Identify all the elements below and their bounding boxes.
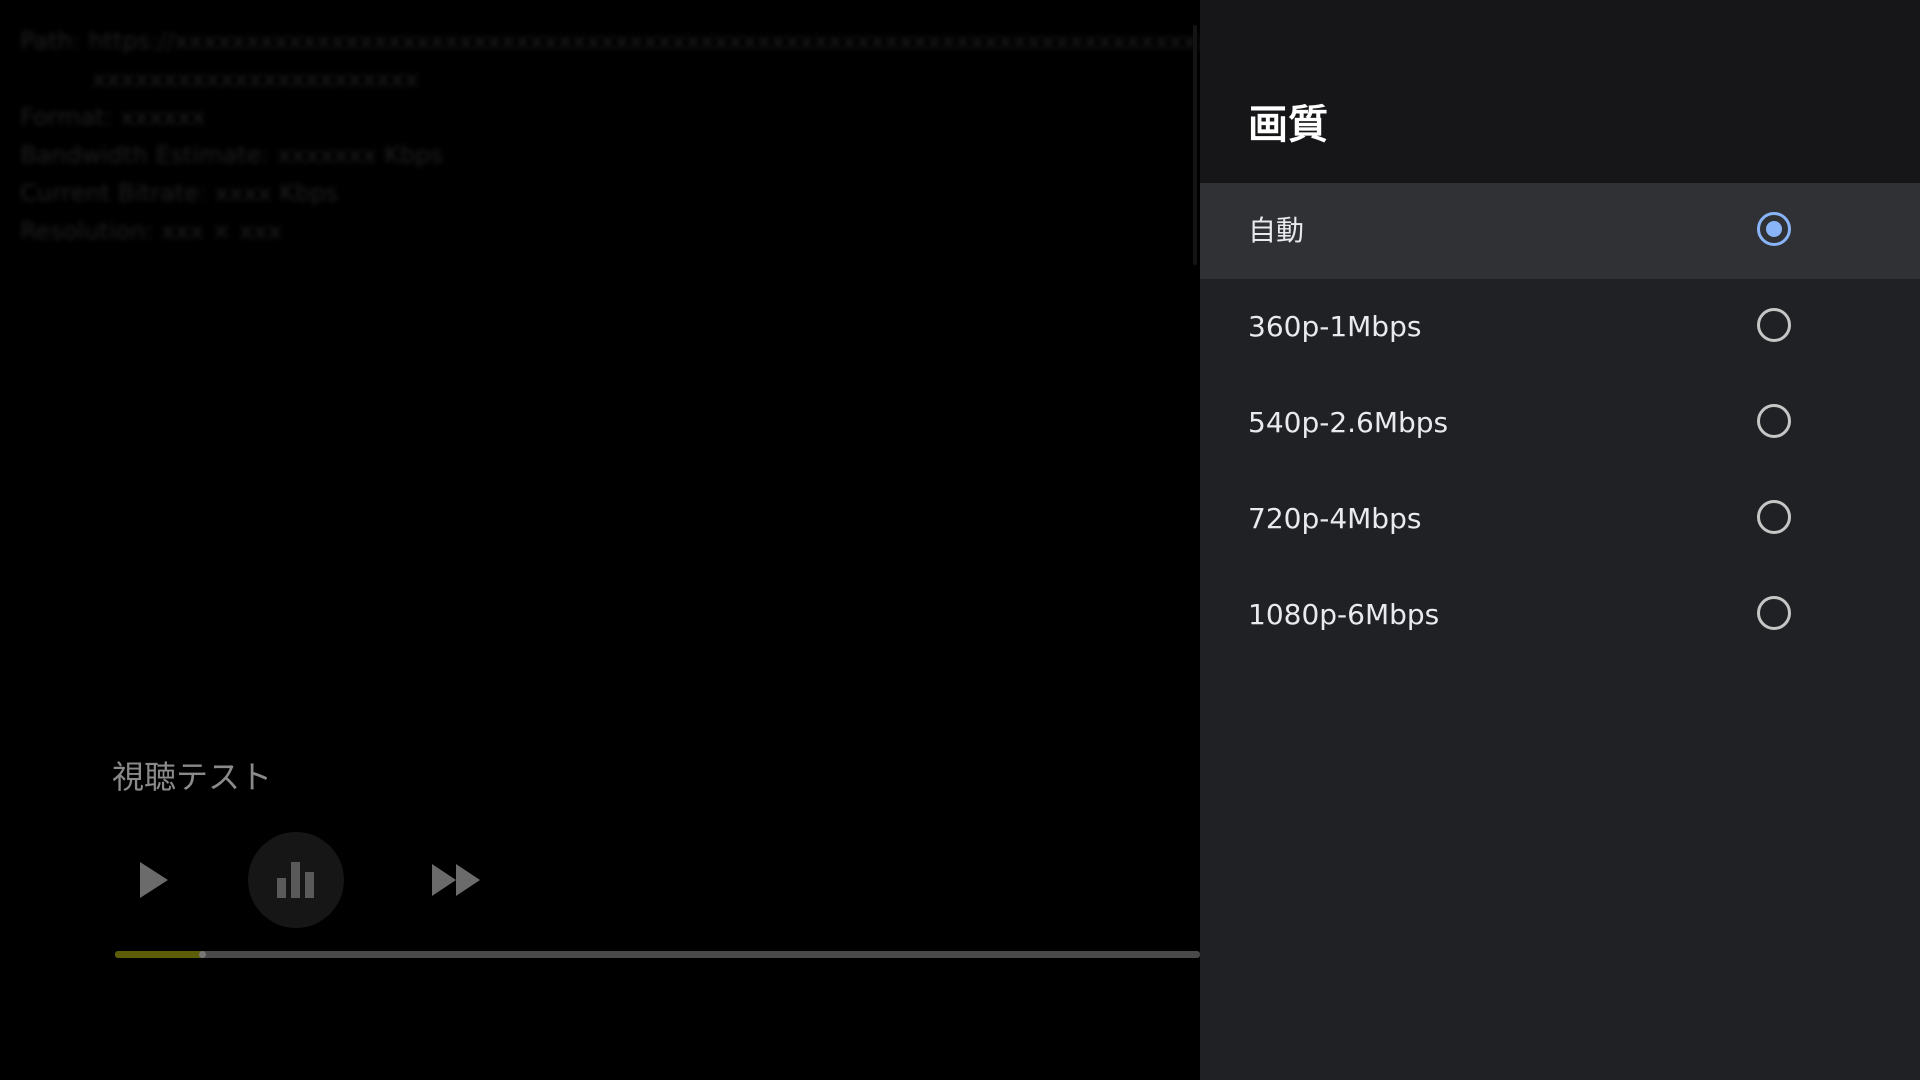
panel-title: 画質 xyxy=(1248,102,1328,148)
option-label: 540p-2.6Mbps xyxy=(1248,406,1449,439)
fast-forward-icon xyxy=(432,864,480,896)
option-label: 720p-4Mbps xyxy=(1248,502,1422,535)
debug-info-overlay: Path: https://xxxxxxxxxxxxxxxxxxxxxxxxxx… xyxy=(20,22,1200,250)
debug-line: Format: xxxxxx xyxy=(20,103,206,131)
debug-line: xxxxxxxxxxxxxxxxxxxxxxx xyxy=(92,65,419,93)
debug-scrollbar xyxy=(1193,25,1197,265)
option-label: 360p-1Mbps xyxy=(1248,310,1422,343)
radio-button[interactable] xyxy=(1757,212,1791,246)
fast-forward-button[interactable] xyxy=(408,832,504,928)
playback-controls xyxy=(112,832,532,928)
debug-line: Current Bitrate: xxxx Kbps xyxy=(20,179,338,207)
quality-option-1080p[interactable]: 1080p-6Mbps xyxy=(1200,567,1920,663)
progress-fill xyxy=(115,951,202,958)
play-button[interactable] xyxy=(104,832,200,928)
stats-button[interactable] xyxy=(248,832,344,928)
radio-button[interactable] xyxy=(1757,308,1791,342)
option-label: 自動 xyxy=(1248,214,1305,247)
quality-option-720p[interactable]: 720p-4Mbps xyxy=(1200,471,1920,567)
video-player: Path: https://xxxxxxxxxxxxxxxxxxxxxxxxxx… xyxy=(0,0,1200,1080)
quality-option-auto[interactable]: 自動 xyxy=(1200,183,1920,279)
bar-chart-icon xyxy=(277,862,314,898)
quality-settings-panel: 画質 自動 360p-1Mbps 540p-2.6Mbps 720p-4Mbps… xyxy=(1200,0,1920,1080)
panel-header: 画質 xyxy=(1200,0,1920,183)
progress-handle[interactable] xyxy=(198,951,206,958)
radio-button[interactable] xyxy=(1757,404,1791,438)
debug-line: Path: https://xxxxxxxxxxxxxxxxxxxxxxxxxx… xyxy=(20,27,1200,55)
debug-line: Resolution: xxx × xxx xyxy=(20,217,282,245)
debug-line: Bandwidth Estimate: xxxxxxx Kbps xyxy=(20,141,443,169)
radio-button[interactable] xyxy=(1757,500,1791,534)
quality-option-360p[interactable]: 360p-1Mbps xyxy=(1200,279,1920,375)
play-icon xyxy=(140,862,168,898)
radio-button[interactable] xyxy=(1757,596,1791,630)
progress-bar[interactable] xyxy=(115,951,1200,958)
option-label: 1080p-6Mbps xyxy=(1248,598,1440,631)
quality-option-540p[interactable]: 540p-2.6Mbps xyxy=(1200,375,1920,471)
video-title: 視聴テスト xyxy=(112,758,273,796)
